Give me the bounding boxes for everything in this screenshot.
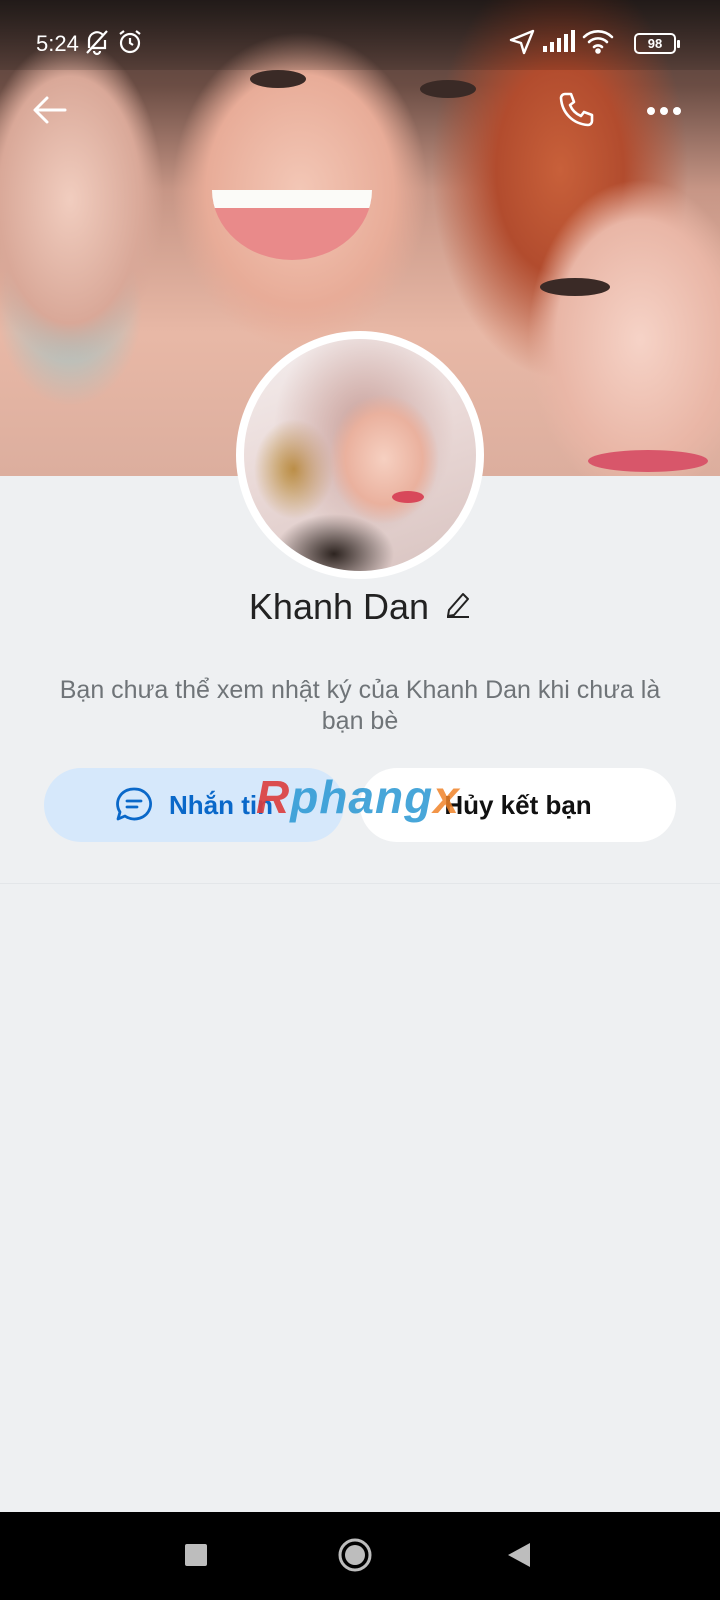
signal-icon <box>542 28 576 60</box>
cover-decoration <box>250 70 306 88</box>
alarm-icon <box>116 28 144 62</box>
cover-decoration <box>212 190 372 260</box>
cover-decoration <box>588 450 708 472</box>
location-arrow-icon <box>508 28 536 62</box>
watermark: Rphangx <box>256 770 460 824</box>
more-horizontal-icon <box>646 103 682 121</box>
nav-back-button[interactable] <box>498 1536 540 1578</box>
more-options-button[interactable] <box>640 88 688 136</box>
circle-home-icon <box>337 1537 373 1578</box>
battery-icon: 98 <box>634 33 680 54</box>
status-bar: 5:24 98 <box>0 0 720 70</box>
cover-decoration <box>420 80 476 98</box>
profile-screen: 5:24 98 Khanh Dan Bạn chưa thể xem nhật … <box>0 0 720 1600</box>
watermark-letter: x <box>433 771 460 823</box>
phone-icon <box>557 91 595 134</box>
divider <box>0 883 720 884</box>
watermark-text: phang <box>290 771 434 823</box>
privacy-note: Bạn chưa thể xem nhật ký của Khanh Dan k… <box>59 676 661 735</box>
unfriend-button-label: Hủy kết bạn <box>444 789 592 820</box>
triangle-back-icon <box>506 1541 532 1574</box>
chat-bubble-icon <box>115 786 153 824</box>
profile-name: Khanh Dan <box>248 586 430 627</box>
system-nav-bar <box>0 1512 720 1600</box>
arrow-left-icon <box>32 95 68 130</box>
call-button[interactable] <box>552 88 600 136</box>
status-time: 5:24 <box>36 31 79 56</box>
home-button[interactable] <box>334 1536 376 1578</box>
avatar[interactable] <box>236 331 484 579</box>
avatar-decoration <box>392 491 424 503</box>
profile-name-row: Khanh Dan <box>0 586 720 628</box>
square-icon <box>184 1543 208 1572</box>
recent-apps-button[interactable] <box>175 1536 217 1578</box>
cover-decoration <box>540 278 610 296</box>
bell-off-icon <box>84 28 110 62</box>
back-button[interactable] <box>26 88 74 136</box>
watermark-letter: R <box>256 771 291 823</box>
wifi-icon <box>582 28 614 60</box>
pencil-icon[interactable] <box>445 585 471 627</box>
